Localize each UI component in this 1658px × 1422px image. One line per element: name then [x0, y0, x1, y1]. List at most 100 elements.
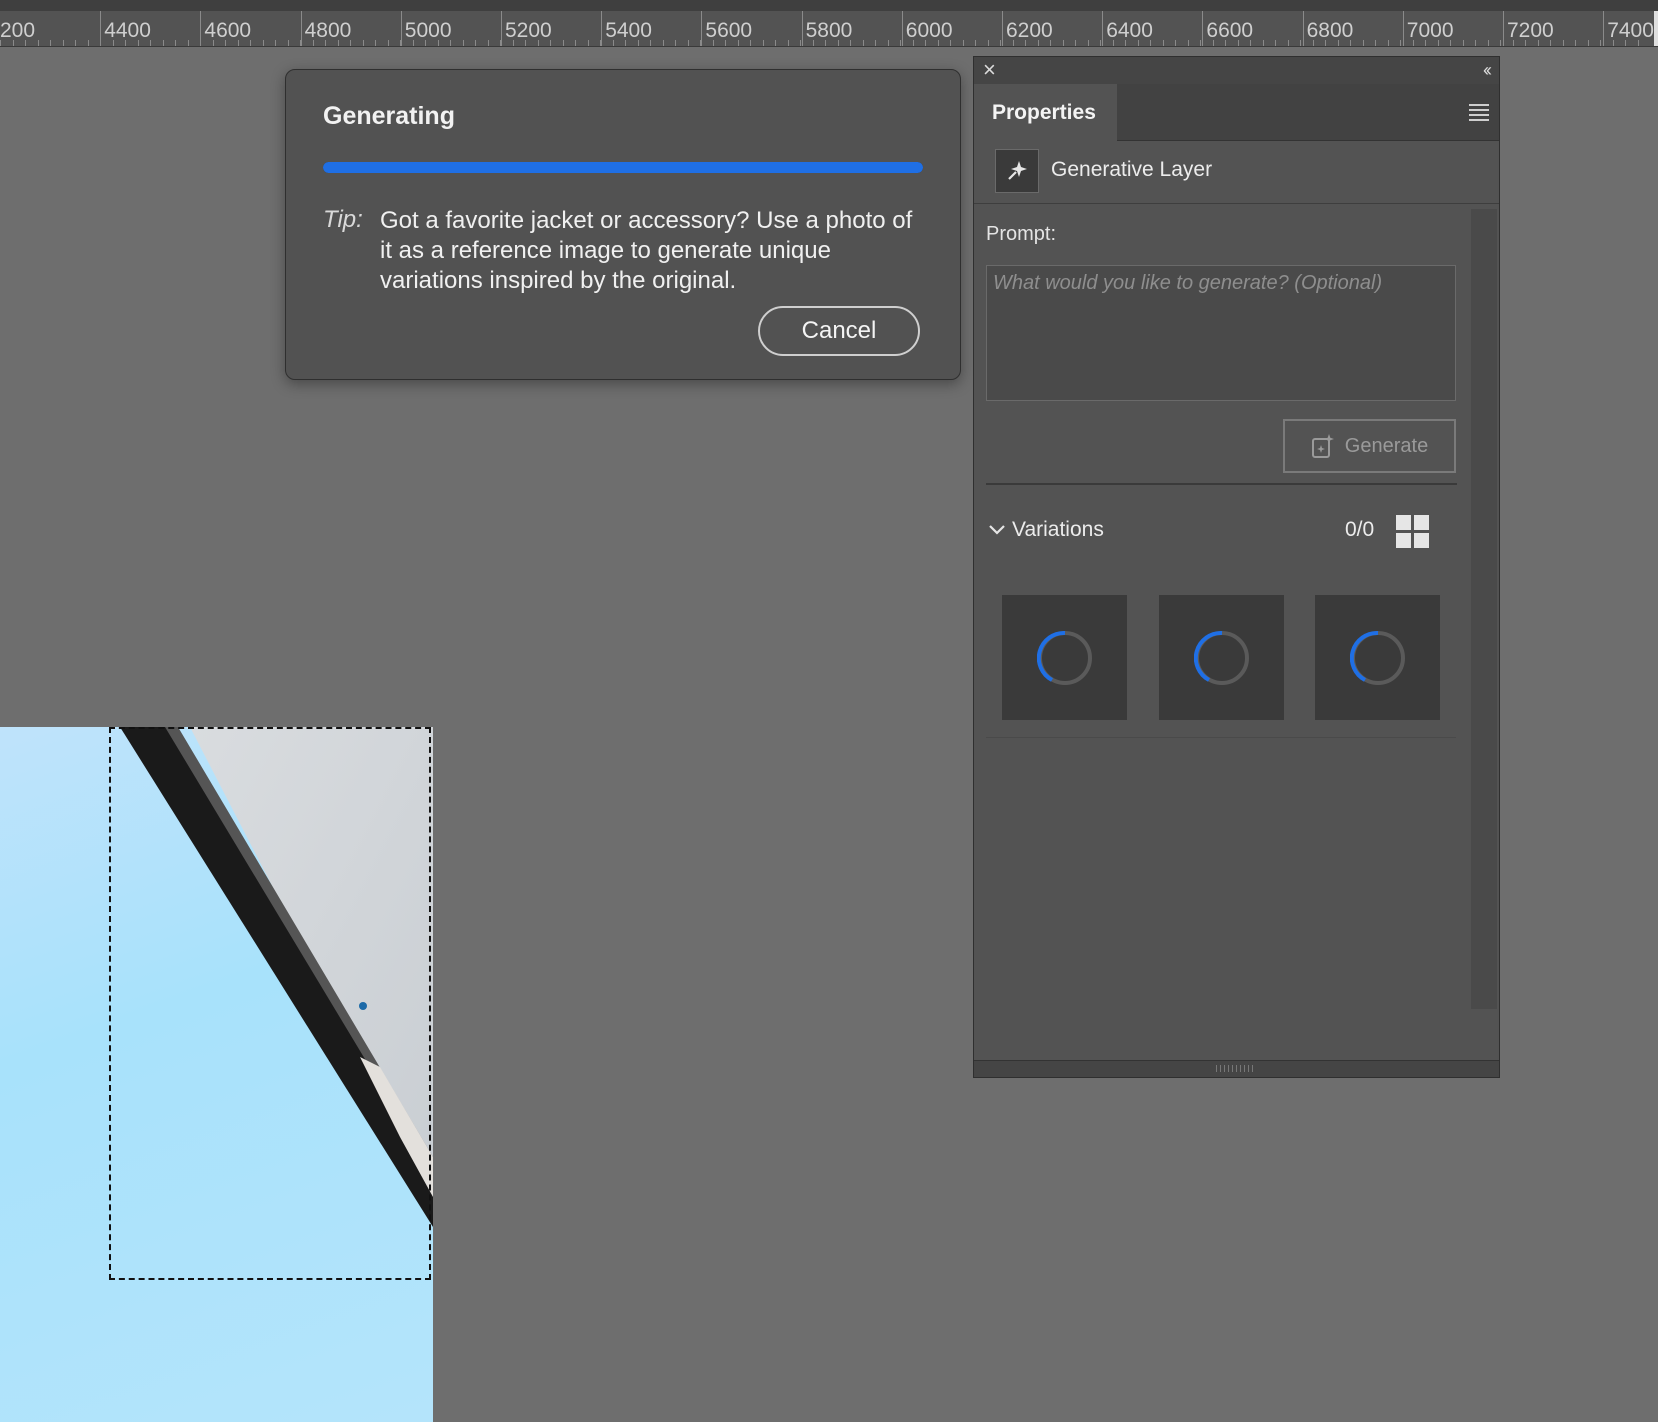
ruler-minor-tick [50, 40, 51, 46]
ruler-minor-tick [737, 40, 739, 46]
ruler-minor-tick [925, 40, 926, 46]
panel-resize-bar[interactable] [974, 1060, 1499, 1077]
ruler-minor-tick [812, 40, 814, 46]
ruler-minor-tick [612, 40, 614, 46]
ruler-minor-tick [512, 40, 514, 46]
generate-button[interactable]: Generate [1283, 419, 1456, 473]
progress-bar [323, 162, 923, 173]
ruler-minor-tick [1212, 40, 1214, 46]
ruler-minor-tick [1637, 40, 1639, 46]
variation-thumbnail-1[interactable] [1002, 595, 1127, 720]
ruler-minor-tick [1487, 40, 1489, 46]
ruler-minor-tick [725, 40, 726, 46]
ruler-cursor-marker [1654, 11, 1658, 46]
close-icon[interactable]: × [983, 58, 996, 82]
ruler-minor-tick [600, 40, 601, 46]
chevron-down-icon[interactable] [988, 521, 1006, 539]
ruler-minor-tick [1387, 40, 1389, 46]
ruler-minor-tick [175, 40, 176, 46]
ruler-minor-tick [162, 40, 164, 46]
ruler-minor-tick [562, 40, 564, 46]
ruler-minor-tick [250, 40, 251, 46]
ruler-minor-tick [587, 40, 589, 46]
prompt-input[interactable]: What would you like to generate? (Option… [986, 265, 1456, 401]
ruler-minor-tick [1450, 40, 1451, 46]
ruler-minor-tick [212, 40, 214, 46]
ruler-minor-tick [37, 40, 39, 46]
grid-view-icon[interactable] [1396, 515, 1429, 548]
ruler-minor-tick [1012, 40, 1014, 46]
ruler-minor-tick [1000, 40, 1001, 46]
ruler-minor-tick [1287, 40, 1289, 46]
variations-header[interactable]: Variations 0/0 [986, 515, 1456, 555]
ruler-minor-tick [1525, 40, 1526, 46]
ruler-minor-tick [412, 40, 414, 46]
ruler-minor-tick [387, 40, 389, 46]
marquee-selection[interactable] [109, 727, 431, 1280]
generating-dialog: Generating Tip: Got a favorite jacket or… [285, 69, 961, 380]
ruler-minor-tick [112, 40, 114, 46]
layer-info-row: Generative Layer [974, 141, 1499, 204]
prompt-placeholder: What would you like to generate? (Option… [993, 272, 1383, 294]
variation-thumbnails [1002, 595, 1442, 721]
ruler-minor-tick [675, 40, 676, 46]
panel-scrollbar[interactable] [1471, 209, 1497, 1009]
ruler-minor-tick [1462, 40, 1464, 46]
variation-thumbnail-2[interactable] [1159, 595, 1284, 720]
ruler-minor-tick [87, 40, 89, 46]
ruler-minor-tick [1612, 40, 1614, 46]
ruler-minor-tick [1500, 40, 1501, 46]
ruler-minor-tick [1237, 40, 1239, 46]
ruler-minor-tick [700, 40, 701, 46]
ruler-minor-tick [1050, 40, 1051, 46]
ruler-minor-tick [625, 40, 626, 46]
ruler-minor-tick [550, 40, 551, 46]
variation-thumbnail-3[interactable] [1315, 595, 1440, 720]
ruler-minor-tick [987, 40, 989, 46]
ruler-label: 6800 [1306, 19, 1354, 42]
ruler-minor-tick [450, 40, 451, 46]
ruler-major-tick [1503, 11, 1504, 46]
ruler-minor-tick [312, 40, 314, 46]
ruler-minor-tick [1075, 40, 1076, 46]
ruler-minor-tick [937, 40, 939, 46]
panel-title-bar[interactable]: × ‹‹ [974, 57, 1499, 84]
ruler-minor-tick [237, 40, 239, 46]
ruler-minor-tick [0, 40, 1, 46]
ruler-minor-tick [1350, 40, 1351, 46]
collapse-icon[interactable]: ‹‹ [1483, 58, 1492, 82]
prompt-label: Prompt: [986, 223, 1057, 245]
panel-menu-icon[interactable] [1469, 104, 1489, 121]
ruler-minor-tick [337, 40, 339, 46]
ruler-minor-tick [662, 40, 664, 46]
ruler-minor-tick [62, 40, 64, 46]
ruler-minor-tick [900, 40, 901, 46]
ruler-minor-tick [350, 40, 351, 46]
ruler-minor-tick [287, 40, 289, 46]
ruler-minor-tick [850, 40, 851, 46]
ruler-minor-tick [975, 40, 976, 46]
layer-name: Generative Layer [1051, 158, 1213, 181]
tip-text: Got a favorite jacket or accessory? Use … [380, 207, 913, 294]
loading-spinner-icon [1193, 630, 1249, 685]
tab-properties[interactable]: Properties [974, 84, 1117, 141]
dialog-title: Generating [323, 102, 455, 130]
ruler-major-tick [1002, 11, 1003, 46]
horizontal-ruler[interactable]: 200 4400 4600 4800 5000 5200 5400 5600 5800 6000 6… [0, 0, 1658, 47]
ruler-minor-tick [800, 40, 801, 46]
ruler-minor-tick [12, 40, 14, 46]
ruler-minor-tick [1600, 40, 1601, 46]
ruler-major-tick [501, 11, 502, 46]
ruler-minor-tick [1162, 40, 1164, 46]
section-divider [986, 483, 1457, 485]
ruler-label: 4400 [104, 19, 151, 42]
generative-layer-icon [995, 149, 1039, 193]
ruler-minor-tick [1475, 40, 1476, 46]
ruler-minor-tick [1300, 40, 1301, 46]
ruler-minor-tick [637, 40, 639, 46]
resize-grip-icon[interactable] [1216, 1065, 1256, 1072]
cancel-button[interactable]: Cancel [758, 306, 920, 356]
ruler-minor-tick [1025, 40, 1026, 46]
ruler-minor-tick [1375, 40, 1376, 46]
ruler-minor-tick [1150, 40, 1151, 46]
